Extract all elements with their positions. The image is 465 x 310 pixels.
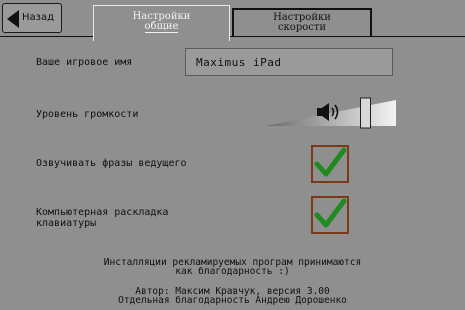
volume-knob[interactable] <box>360 97 371 129</box>
volume-label: Уровень громкости <box>36 109 139 120</box>
footer-ads-line2: как благодарность :) <box>175 266 290 277</box>
check-icon <box>314 147 347 177</box>
announcer-label: Озвучивать фразы ведущего <box>36 158 187 169</box>
tab-general-settings[interactable]: Настройки общие <box>93 5 230 41</box>
tab-bar-divider-right <box>230 36 465 37</box>
back-button[interactable]: Назад <box>2 3 62 33</box>
back-arrow-icon <box>7 10 19 28</box>
tab-speed-settings[interactable]: Настройки скорости <box>232 8 372 36</box>
keyboard-label: Компьютерная раскладка клавиатуры <box>36 207 168 229</box>
footer-thanks: Отдельная благодарность Андрею Дорошенко <box>118 295 347 306</box>
announcer-checkbox[interactable] <box>311 145 349 183</box>
player-name-field[interactable]: Maximus iPad <box>185 48 393 76</box>
back-button-label: Назад <box>22 12 55 23</box>
keyboard-layout-checkbox[interactable] <box>311 196 349 234</box>
speaker-icon <box>317 103 339 121</box>
keyboard-label-line2: клавиатуры <box>36 218 97 229</box>
player-name-label: Ваше игровое имя <box>36 57 133 68</box>
keyboard-label-line1: Компьютерная раскладка <box>36 207 169 218</box>
tab-bar-divider-left <box>0 36 93 37</box>
tab-speed-line2: скорости <box>277 22 327 33</box>
check-icon <box>314 198 347 228</box>
tab-general-line2: общие <box>144 21 179 33</box>
